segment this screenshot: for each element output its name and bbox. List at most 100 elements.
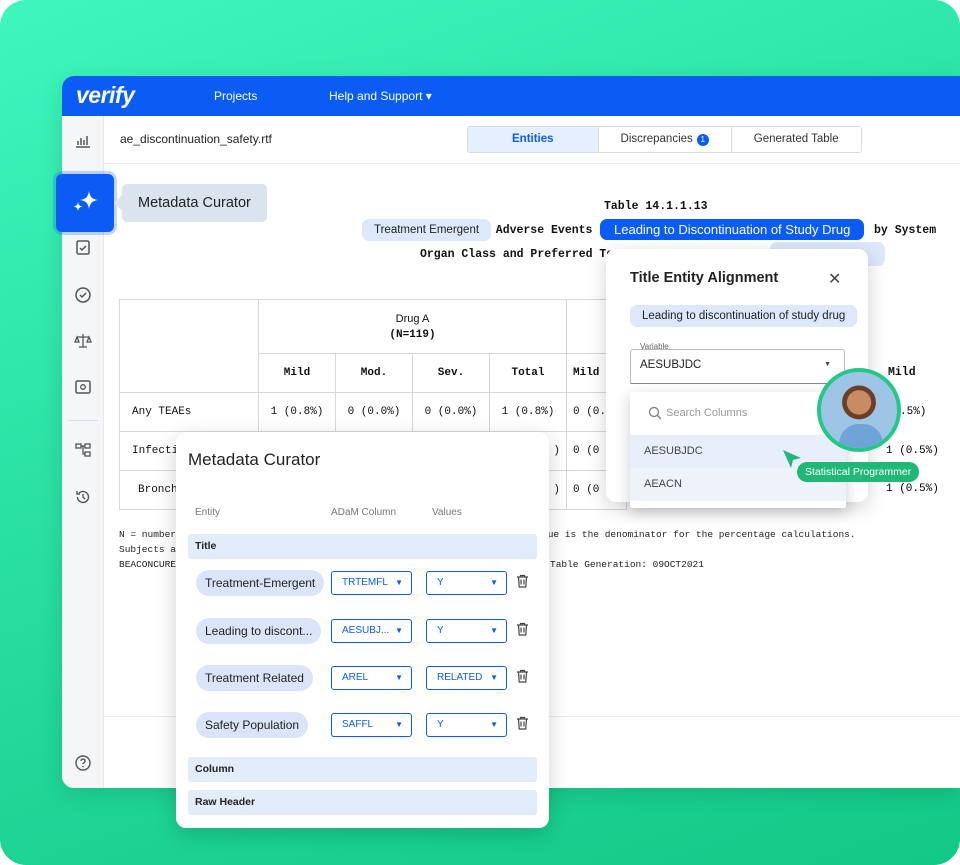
adam-select-value: AESUBJ...	[342, 625, 390, 636]
table-header-cell: Sev.	[412, 353, 490, 393]
adam-select-value: TRTEMFL	[342, 577, 388, 588]
tab-bar: Entities Discrepancies 1 Generated Table	[467, 126, 862, 153]
entity-chip[interactable]: Treatment Related	[196, 665, 313, 691]
history-icon[interactable]	[73, 488, 93, 508]
value-select[interactable]: Y ▼	[426, 619, 507, 643]
trash-icon[interactable]	[516, 622, 529, 639]
close-icon[interactable]: ✕	[828, 269, 841, 289]
tab-discrepancies-label: Discrepancies	[620, 133, 693, 145]
title-line1-end: by System	[874, 224, 937, 237]
caret-down-icon: ▼	[490, 626, 498, 635]
search-icon	[648, 406, 662, 425]
section-title[interactable]: Title	[188, 534, 537, 559]
table-cell: 1 (0.8%)	[489, 392, 567, 432]
nav-projects[interactable]: Projects	[214, 89, 257, 103]
table-row: Any TEAEs 1 (0.8%) 0 (0.0%) 0 (0.0%) 1 (…	[119, 392, 627, 432]
footnote: Table Generation: 09OCT2021	[550, 559, 704, 570]
logo: verify	[76, 82, 135, 108]
right-mild-header: Mild	[888, 366, 916, 379]
entity-chip[interactable]: Leading to discont...	[196, 618, 322, 644]
value-select[interactable]: RELATED ▼	[426, 666, 507, 690]
caret-down-icon: ▼	[490, 673, 498, 682]
clipboard-check-icon[interactable]	[73, 238, 93, 258]
value-select[interactable]: Y ▼	[426, 571, 507, 595]
column-header-adam: ADaM Column	[331, 507, 397, 518]
table-header-cell: Total	[489, 353, 567, 393]
trash-icon[interactable]	[516, 669, 529, 686]
table-header-cell: Mild	[258, 353, 336, 393]
drug-a-n: (N=119)	[389, 328, 436, 341]
adam-select-value: AREL	[342, 672, 369, 683]
caret-down-icon: ▼	[395, 673, 403, 682]
tab-entities[interactable]: Entities	[468, 127, 599, 152]
adam-select[interactable]: TRTEMFL ▼	[331, 571, 412, 595]
table-cell: 0 (0.0%)	[412, 392, 490, 432]
column-header-values: Values	[432, 507, 462, 518]
alignment-title: Title Entity Alignment	[630, 270, 779, 286]
footnote: Subjects a	[119, 544, 177, 555]
sidebar-divider	[68, 420, 98, 421]
footnote: N = number	[119, 529, 177, 540]
caret-down-icon: ▼	[490, 720, 498, 729]
section-raw-header[interactable]: Raw Header	[188, 790, 537, 815]
entity-chip: Leading to discontinuation of study drug	[630, 305, 858, 327]
footnote: lue is the denominator for the percentag…	[542, 529, 856, 540]
table-cell: 0 (0.0%)	[335, 392, 413, 432]
value-select-value: RELATED	[437, 672, 483, 683]
right-cell: 1 (0.5%)	[886, 483, 939, 495]
caret-down-icon: ▼	[395, 626, 403, 635]
entity-pill-treatment-emergent[interactable]: Treatment Emergent	[362, 219, 492, 241]
tab-generated-table[interactable]: Generated Table	[731, 127, 861, 152]
count-badge: 1	[696, 134, 709, 146]
footnote: BEACONCURE	[119, 559, 177, 570]
search-columns-input[interactable]: Search Columns	[666, 407, 747, 419]
table-header-cell: Mod.	[335, 353, 413, 393]
curator-tooltip: Metadata Curator	[114, 184, 267, 222]
help-icon[interactable]	[73, 754, 93, 774]
entity-pill-leading-discontinuation[interactable]: Leading to Discontinuation of Study Drug	[600, 219, 865, 240]
metadata-curator-button[interactable]	[56, 174, 114, 232]
caret-down-icon: ▼	[490, 578, 498, 587]
drug-a-label: Drug A	[395, 312, 430, 325]
column-header-entity: Entity	[195, 507, 221, 518]
file-name: ae_discontinuation_safety.rtf	[120, 132, 272, 146]
trash-icon[interactable]	[516, 574, 529, 591]
entity-chip[interactable]: Safety Population	[196, 712, 309, 738]
trash-icon[interactable]	[516, 716, 529, 733]
avatar	[817, 368, 901, 452]
value-select[interactable]: Y ▼	[426, 713, 507, 737]
right-cell: .5%)	[900, 406, 927, 418]
caret-down-icon: ▼	[395, 578, 403, 587]
eye-icon[interactable]	[73, 378, 93, 398]
select-outline	[630, 349, 845, 384]
title-line1-text: t Adverse Events	[482, 224, 593, 237]
section-column[interactable]: Column	[188, 757, 537, 782]
table-cell: Any TEAEs	[119, 392, 259, 432]
adam-select-value: SAFFL	[342, 719, 374, 730]
adam-select[interactable]: AESUBJ... ▼	[331, 619, 412, 643]
user-tag: Statistical Programmer	[797, 462, 920, 482]
top-nav: verify Projects Help and Support ▾	[62, 76, 960, 116]
tab-discrepancies[interactable]: Discrepancies 1	[598, 127, 732, 152]
table-number: Table 14.1.1.13	[604, 200, 708, 213]
variable-select[interactable]: Variable AESUBJDC ▼	[630, 342, 845, 384]
value-select-value: Y	[437, 577, 444, 588]
table-cell: 1 (0.8%)	[258, 392, 336, 432]
chevron-down-icon: ▾	[425, 89, 432, 103]
metadata-curator-panel: Metadata Curator Entity ADaM Column Valu…	[176, 432, 549, 828]
chart-icon[interactable]	[73, 132, 93, 152]
check-circle-icon[interactable]	[73, 286, 93, 306]
adam-select[interactable]: SAFFL ▼	[331, 713, 412, 737]
table-row: Drug A (N=119)	[119, 299, 627, 393]
scale-icon[interactable]	[73, 332, 93, 352]
nav-help-label: Help and Support	[329, 89, 423, 103]
value-select-value: Y	[437, 625, 444, 636]
hierarchy-icon[interactable]	[73, 441, 93, 461]
right-cell: 1 (0.5%)	[886, 445, 939, 457]
nav-help-support[interactable]: Help and Support ▾	[329, 89, 432, 103]
adam-select[interactable]: AREL ▼	[331, 666, 412, 690]
panel-title: Metadata Curator	[188, 450, 321, 469]
sparkle-icon	[69, 191, 101, 226]
entity-chip[interactable]: Treatment-Emergent	[196, 570, 325, 596]
value-select-value: Y	[437, 719, 444, 730]
